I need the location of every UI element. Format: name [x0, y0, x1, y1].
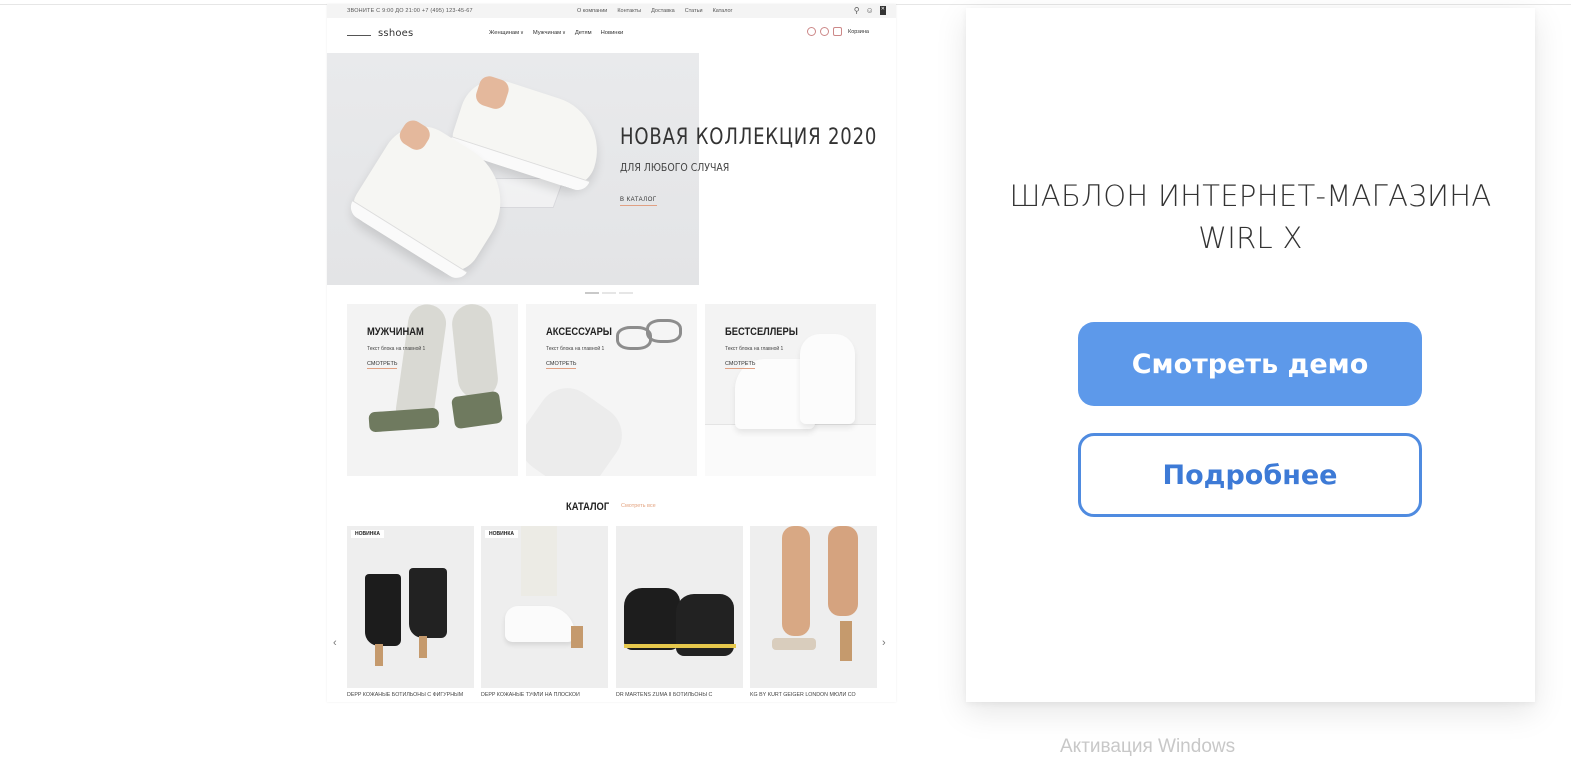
cart-icon	[833, 27, 842, 36]
logo-line-decoration	[347, 35, 371, 36]
preview-top-link: Каталог	[712, 8, 733, 14]
template-title: ШАБЛОН ИНТЕРНЕТ-МАГАЗИНА WIRL X	[966, 175, 1535, 259]
slider-dot	[602, 292, 616, 294]
category-accessories: АКСЕССУАРЫ Текст блока на главной 1 СМОТ…	[526, 304, 697, 476]
close-icon: ✕	[879, 6, 886, 15]
category-men: МУЖЧИНАМ Текст блока на главной 1 СМОТРЕ…	[347, 304, 518, 476]
catalog-see-all-link: Смотреть все	[621, 503, 656, 509]
category-text: Текст блока на главной 1	[725, 346, 784, 352]
search-icon: ⚲	[853, 6, 860, 15]
preview-top-icons: ⚲ ☺ ✕	[854, 6, 886, 15]
preview-logo: sshoes	[378, 28, 414, 39]
category-link: СМОТРЕТЬ	[367, 361, 398, 369]
favorite-icon	[820, 27, 829, 36]
preview-nav-item: Детям	[574, 30, 592, 36]
catalog-title: КАТАЛОГ	[566, 501, 610, 513]
product-card	[750, 526, 877, 688]
category-link: СМОТРЕТЬ	[546, 361, 577, 369]
preview-nav-item: Женщинам	[489, 30, 524, 36]
product-name: DEPP КОЖАНЫЕ БОТИЛЬОНЫ С ФИГУРНЫМ	[347, 692, 464, 698]
category-text: Текст блока на главной 1	[367, 346, 426, 352]
hero-subtitle: ДЛЯ ЛЮБОГО СЛУЧАЯ	[620, 161, 730, 174]
template-info-card: ШАБЛОН ИНТЕРНЕТ-МАГАЗИНА WIRL X Смотреть…	[966, 8, 1535, 702]
windows-activation-watermark: Активация Windows	[1060, 736, 1236, 757]
hero-title: НОВАЯ КОЛЛЕКЦИЯ 2020	[620, 125, 878, 150]
preview-nav: Женщинам Мужчинам Детям Новинки	[489, 30, 623, 36]
product-card: НОВИНКА	[347, 526, 474, 688]
preview-top-links: О компании Контакты Доставка Статьи Ката…	[577, 8, 733, 14]
category-title: БЕСТСЕЛЛЕРЫ	[725, 326, 798, 338]
category-link: СМОТРЕТЬ	[725, 361, 756, 369]
product-card	[616, 526, 743, 688]
user-icon: ☺	[865, 6, 874, 15]
product-name: DR MARTENS ZUMA II БОТИЛЬОНЫ С	[616, 692, 713, 698]
category-text: Текст блока на главной 1	[546, 346, 605, 352]
category-bestsellers: БЕСТСЕЛЛЕРЫ Текст блока на главной 1 СМО…	[705, 304, 876, 476]
template-preview[interactable]: ЗВОНИТЕ С 9:00 ДО 21:00 +7 (495) 123-45-…	[327, 4, 896, 702]
compare-icon	[807, 27, 816, 36]
new-badge: НОВИНКА	[351, 530, 384, 538]
new-badge: НОВИНКА	[485, 530, 518, 538]
category-title: АКСЕССУАРЫ	[546, 326, 612, 338]
preview-top-link: Статьи	[684, 8, 703, 14]
preview-header: sshoes Женщинам Мужчинам Детям Новинки К…	[327, 18, 896, 52]
preview-top-link: О компании	[577, 8, 608, 14]
preview-topbar: ЗВОНИТЕ С 9:00 ДО 21:00 +7 (495) 123-45-…	[327, 4, 896, 18]
template-title-line2: WIRL X	[1198, 221, 1303, 255]
view-demo-button[interactable]: Смотреть демо	[1078, 322, 1422, 406]
preview-phone: ЗВОНИТЕ С 9:00 ДО 21:00 +7 (495) 123-45-…	[347, 8, 473, 14]
product-card: НОВИНКА	[481, 526, 608, 688]
carousel-prev-icon: ‹	[333, 637, 337, 649]
more-info-button[interactable]: Подробнее	[1078, 433, 1422, 517]
preview-nav-item: Мужчинам	[533, 30, 566, 36]
template-title-line1: ШАБЛОН ИНТЕРНЕТ-МАГАЗИНА	[1009, 179, 1492, 213]
slider-dot	[619, 292, 633, 294]
preview-cart-label: Корзина	[848, 28, 869, 35]
carousel-next-icon: ›	[882, 637, 886, 649]
product-name: KG BY KURT GEIGER LONDON МЮЛИ СО	[750, 692, 856, 698]
preview-top-link: Контакты	[617, 8, 642, 14]
preview-top-link: Доставка	[651, 8, 675, 14]
category-title: МУЖЧИНАМ	[367, 326, 424, 338]
preview-nav-item: Новинки	[600, 30, 624, 36]
hero-slider-dots	[585, 292, 633, 294]
hero-catalog-link: В КАТАЛОГ	[620, 197, 657, 206]
product-name: DEPP КОЖАНЫЕ ТУФЛИ НА ПЛОСКОЙ	[481, 692, 580, 698]
slider-dot	[585, 292, 599, 294]
preview-hero: НОВАЯ КОЛЛЕКЦИЯ 2020 ДЛЯ ЛЮБОГО СЛУЧАЯ В…	[327, 53, 896, 285]
preview-header-icons: Корзина	[807, 27, 869, 36]
